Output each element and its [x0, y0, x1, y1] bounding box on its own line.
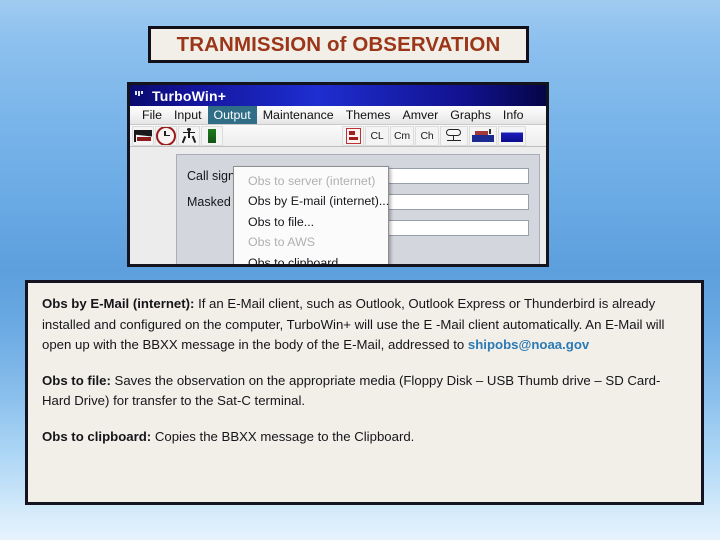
toolbar-cloud-low-button[interactable]: CL: [365, 125, 389, 146]
menu-item-amver[interactable]: Amver: [396, 106, 444, 124]
turbowin-app-window: TurboWin+ File Input Output Maintenance …: [127, 82, 549, 267]
toolbar-clock-button[interactable]: [155, 125, 177, 146]
toolbar: CL Cm Ch: [130, 125, 546, 147]
menu-item-output[interactable]: Output: [207, 106, 257, 124]
toolbar-cloud-mid-button[interactable]: Cm: [390, 125, 414, 146]
sea-state-icon: [501, 129, 523, 142]
menu-item-file[interactable]: File: [136, 106, 168, 124]
toolbar-cloud-button[interactable]: [440, 125, 468, 146]
menu-item-input[interactable]: Input: [168, 106, 208, 124]
toolbar-sea-state-button[interactable]: [498, 125, 526, 146]
paragraph-heading: Obs to file:: [42, 372, 111, 388]
toolbar-ship-button[interactable]: [469, 125, 497, 146]
slide-title-banner: TRANMISSION of OBSERVATION: [148, 26, 529, 63]
red-chart-icon: [345, 127, 361, 144]
paragraph-heading: Obs to clipboard:: [42, 428, 152, 444]
paragraph-obs-to-clipboard: Obs to clipboard: Copies the BBXX messag…: [42, 427, 687, 448]
description-textbox: Obs by E-Mail (internet): If an E-Mail c…: [25, 280, 704, 505]
menubar: File Input Output Maintenance Themes Amv…: [130, 106, 546, 125]
paragraph-obs-by-email: Obs by E-Mail (internet): If an E-Mail c…: [42, 294, 687, 356]
paragraph-text: Saves the observation on the appropriate…: [42, 372, 661, 409]
form-spacer: [177, 155, 539, 163]
page-title: TRANMISSION of OBSERVATION: [176, 32, 501, 56]
menu-obs-to-aws[interactable]: Obs to AWS: [234, 233, 388, 254]
menu-obs-to-file[interactable]: Obs to file...: [234, 212, 388, 233]
paragraph-heading: Obs by E-Mail (internet):: [42, 296, 195, 311]
paragraph-obs-to-file: Obs to file: Saves the observation on th…: [42, 371, 687, 412]
toolbar-flag-button[interactable]: [132, 125, 154, 146]
toolbar-cloud-high-button[interactable]: Ch: [415, 125, 439, 146]
menu-item-maintenance[interactable]: Maintenance: [257, 106, 340, 124]
toolbar-green-button[interactable]: [201, 125, 223, 146]
anemometer-icon: [181, 128, 196, 144]
menu-item-info[interactable]: Info: [497, 106, 530, 124]
green-strip-icon: [208, 128, 216, 143]
paragraph-text: Copies the BBXX message to the Clipboard…: [151, 428, 415, 444]
output-dropdown-menu: Obs to server (internet) Obs by E-mail (…: [233, 166, 389, 265]
menu-item-graphs[interactable]: Graphs: [444, 106, 497, 124]
toolbar-red-chart-button[interactable]: [342, 125, 364, 146]
window-titlebar: TurboWin+: [130, 85, 546, 106]
cloud-icon: [444, 128, 464, 143]
window-client-area: Call sign Masked call sign Obs to server…: [130, 147, 546, 265]
menu-obs-to-server[interactable]: Obs to server (internet): [234, 171, 388, 192]
email-link[interactable]: shipobs@noaa.gov: [468, 337, 589, 352]
toolbar-anemometer-button[interactable]: [178, 125, 200, 146]
menu-obs-to-clipboard[interactable]: Obs to clipboard: [234, 253, 388, 265]
menu-obs-by-email[interactable]: Obs by E-mail (internet)...: [234, 192, 389, 213]
clock-icon: [156, 126, 176, 145]
app-icon: [134, 89, 147, 102]
flag-icon: [134, 129, 152, 142]
menu-item-themes[interactable]: Themes: [340, 106, 397, 124]
slide-canvas: TRANMISSION of OBSERVATION TurboWin+ Fil…: [0, 0, 720, 540]
ship-icon: [472, 129, 494, 142]
window-title: TurboWin+: [152, 87, 227, 104]
